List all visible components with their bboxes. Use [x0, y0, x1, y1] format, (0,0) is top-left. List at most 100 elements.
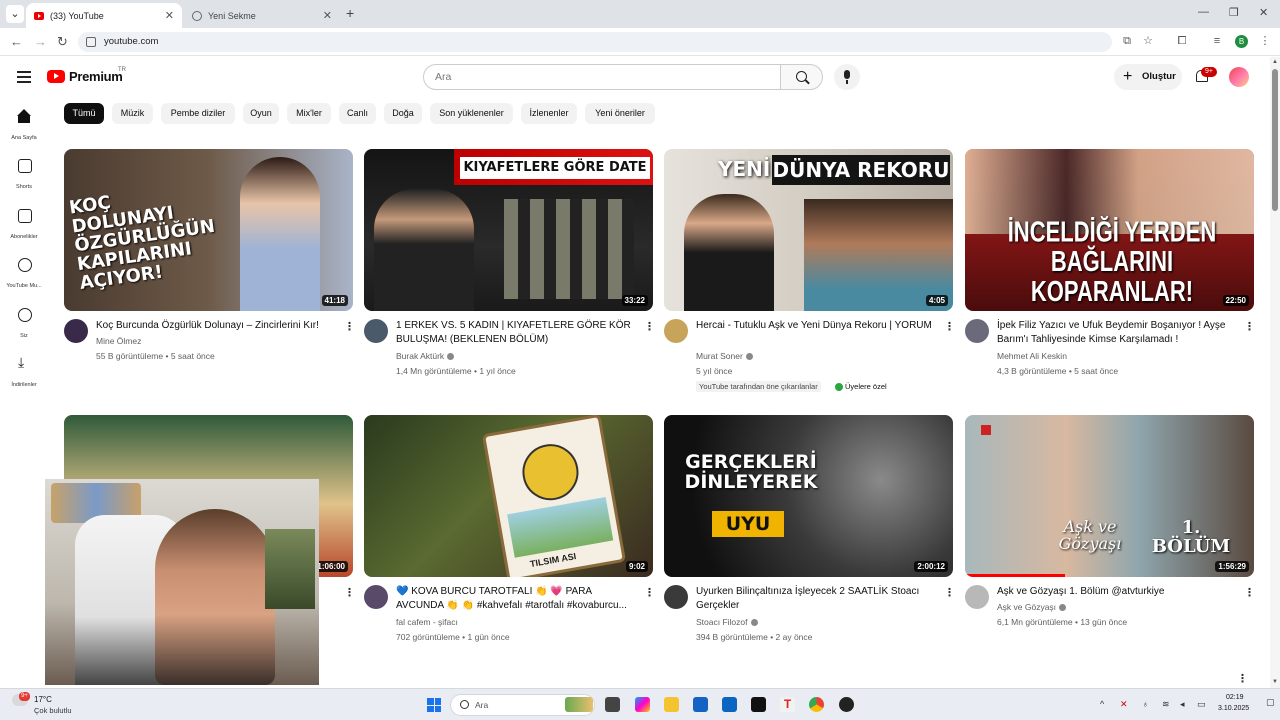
- video-title[interactable]: Hercai - Tutuklu Aşk ve Yeni Dünya Rekor…: [696, 319, 932, 333]
- channel-name[interactable]: Stoacı Filozof: [696, 617, 758, 627]
- chip-gaming[interactable]: Oyun: [243, 103, 279, 124]
- voice-search-icon[interactable]: [834, 64, 860, 90]
- chip-mixes[interactable]: Mix'ler: [287, 103, 331, 124]
- video-thumbnail[interactable]: YENİ DÜNYA REKORU 4:05: [664, 149, 953, 311]
- rail-item-subscriptions[interactable]: Abonelikler: [0, 208, 48, 243]
- scroll-up-icon[interactable]: ▲: [1272, 59, 1278, 65]
- chip-all[interactable]: Tümü: [64, 103, 104, 124]
- video-title[interactable]: 1 ERKEK VS. 5 KADIN | KIYAFETLERE GÖRE K…: [396, 319, 632, 347]
- close-window-icon[interactable]: ✕: [1259, 6, 1268, 19]
- channel-avatar[interactable]: [364, 585, 388, 609]
- chip-nature[interactable]: Doğa: [384, 103, 422, 124]
- channel-name[interactable]: Aşk ve Gözyaşı: [997, 602, 1067, 612]
- back-arrow-icon[interactable]: ←: [10, 34, 23, 49]
- task-view-icon[interactable]: [605, 697, 620, 712]
- rail-item-shorts[interactable]: Shorts: [0, 158, 48, 193]
- channel-name[interactable]: fal cafem - şifacı: [396, 617, 458, 627]
- video-menu-icon[interactable]: [1244, 325, 1255, 329]
- video-title[interactable]: İpek Filiz Yazıcı ve Ufuk Beydemir Boşan…: [997, 319, 1233, 347]
- rail-item-downloads[interactable]: İndirilenler: [0, 354, 48, 391]
- browser-profile-avatar[interactable]: B: [1235, 35, 1248, 48]
- wifi-icon[interactable]: ≋: [1162, 699, 1170, 710]
- taskbar-time[interactable]: 02:19: [1226, 694, 1244, 701]
- channel-avatar[interactable]: [664, 319, 688, 343]
- scroll-down-icon[interactable]: ▼: [1272, 679, 1278, 685]
- text-app-icon[interactable]: T: [780, 697, 795, 712]
- rail-item-home[interactable]: Ana Sayfa: [0, 109, 48, 144]
- tab-search-button[interactable]: ⌄: [6, 5, 24, 23]
- channel-name[interactable]: Mine Ölmez: [96, 336, 141, 346]
- outlook-icon[interactable]: [722, 697, 737, 712]
- chrome-icon[interactable]: [809, 697, 824, 712]
- weather-temperature[interactable]: 17°C: [34, 695, 52, 704]
- reading-list-icon[interactable]: ≡: [1211, 35, 1223, 47]
- youtube-premium-logo[interactable]: Premium: [47, 69, 123, 84]
- weather-description[interactable]: Çok bulutlu: [34, 706, 72, 715]
- hamburger-menu-icon[interactable]: [17, 71, 31, 86]
- channel-name[interactable]: Burak Aktürk: [396, 351, 455, 361]
- site-info-icon[interactable]: [86, 37, 96, 47]
- taskbar-date[interactable]: 3.10.2025: [1218, 705, 1249, 712]
- notification-center-icon[interactable]: ▢: [1266, 697, 1275, 708]
- channel-name[interactable]: Mehmet Ali Keskin: [997, 351, 1067, 361]
- video-menu-icon[interactable]: [1244, 591, 1255, 595]
- video-thumbnail[interactable]: TILSIM ASI 9:02: [364, 415, 653, 577]
- tab-close-icon[interactable]: ✕: [165, 9, 174, 22]
- copilot-icon[interactable]: [635, 697, 650, 712]
- chip-recently-uploaded[interactable]: Son yüklenenler: [430, 103, 513, 124]
- tab-close-icon[interactable]: ✕: [323, 9, 332, 22]
- tray-overflow-icon[interactable]: ^: [1100, 699, 1104, 709]
- create-button[interactable]: + Oluştur: [1114, 64, 1182, 90]
- video-menu-icon[interactable]: [944, 325, 955, 329]
- video-menu-icon[interactable]: [644, 325, 655, 329]
- browser-menu-icon[interactable]: ⋮: [1259, 35, 1271, 47]
- search-input[interactable]: Ara: [423, 64, 781, 90]
- channel-avatar[interactable]: [965, 319, 989, 343]
- video-thumbnail[interactable]: KOÇ DOLUNAYI ÖZGÜRLÜĞÜN KAPILARINI AÇIYO…: [64, 149, 353, 311]
- store-icon[interactable]: [693, 697, 708, 712]
- tray-mic-icon[interactable]: ♁: [1142, 699, 1149, 709]
- video-menu-icon[interactable]: [944, 591, 955, 595]
- channel-avatar[interactable]: [64, 319, 88, 343]
- video-thumbnail[interactable]: Aşk ve Gözyaşı 1. BÖLÜM 1:56:29: [965, 415, 1254, 577]
- tray-app-icon[interactable]: ✕: [1120, 699, 1128, 710]
- overflow-menu-icon[interactable]: [1237, 677, 1248, 681]
- obs-icon[interactable]: [839, 697, 854, 712]
- video-title[interactable]: Aşk ve Gözyaşı 1. Bölüm @atvturkiye: [997, 585, 1233, 599]
- chip-watched[interactable]: İzlenenler: [521, 103, 577, 124]
- channel-avatar[interactable]: [965, 585, 989, 609]
- video-title[interactable]: Koç Burcunda Özgürlük Dolunayı – Zincirl…: [96, 319, 332, 333]
- chip-soap-operas[interactable]: Pembe diziler: [161, 103, 235, 124]
- install-app-icon[interactable]: ⧉: [1121, 35, 1133, 47]
- tab-new-tab[interactable]: Yeni Sekme ✕: [184, 3, 340, 28]
- reload-icon[interactable]: ↻: [57, 34, 68, 50]
- windows-start-icon[interactable]: [427, 698, 441, 712]
- bookmark-star-icon[interactable]: ☆: [1142, 35, 1154, 47]
- maximize-icon[interactable]: ❐: [1229, 6, 1239, 19]
- video-thumbnail[interactable]: İNCELDİĞİ YERDEN BAĞLARINI KOPARANLAR! 2…: [965, 149, 1254, 311]
- url-field[interactable]: youtube.com: [78, 32, 1112, 52]
- new-tab-button[interactable]: +: [346, 5, 354, 21]
- video-menu-icon[interactable]: [644, 591, 655, 595]
- file-explorer-icon[interactable]: [664, 697, 679, 712]
- search-button[interactable]: [780, 64, 823, 90]
- chip-music[interactable]: Müzik: [112, 103, 153, 124]
- video-menu-icon[interactable]: [344, 325, 355, 329]
- volume-icon[interactable]: ◂: [1180, 699, 1185, 710]
- chip-new-to-you[interactable]: Yeni öneriler: [585, 103, 655, 124]
- minimize-icon[interactable]: —: [1198, 6, 1209, 18]
- video-title[interactable]: 💙 KOVA BURCU TAROTFALI 👏 💗 PARA AVCUNDA …: [396, 585, 632, 613]
- video-thumbnail[interactable]: GERÇEKLERİ DİNLEYEREK UYU 2:00:12: [664, 415, 953, 577]
- video-menu-icon[interactable]: [344, 591, 355, 595]
- rail-item-you[interactable]: Siz: [0, 307, 48, 342]
- page-scrollbar[interactable]: ▲ ▼: [1270, 57, 1280, 688]
- channel-name[interactable]: Murat Soner: [696, 351, 753, 361]
- channel-avatar[interactable]: [364, 319, 388, 343]
- tiktok-icon[interactable]: [751, 697, 766, 712]
- forward-arrow-icon[interactable]: →: [34, 34, 47, 49]
- chip-live[interactable]: Canlı: [339, 103, 376, 124]
- tab-youtube[interactable]: (33) YouTube ✕: [26, 3, 182, 28]
- rail-item-youtube-music[interactable]: YouTube Mu...: [0, 257, 48, 292]
- video-thumbnail[interactable]: KIYAFETLERE GÖRE DATE 33:22: [364, 149, 653, 311]
- scrollbar-thumb[interactable]: [1272, 69, 1278, 211]
